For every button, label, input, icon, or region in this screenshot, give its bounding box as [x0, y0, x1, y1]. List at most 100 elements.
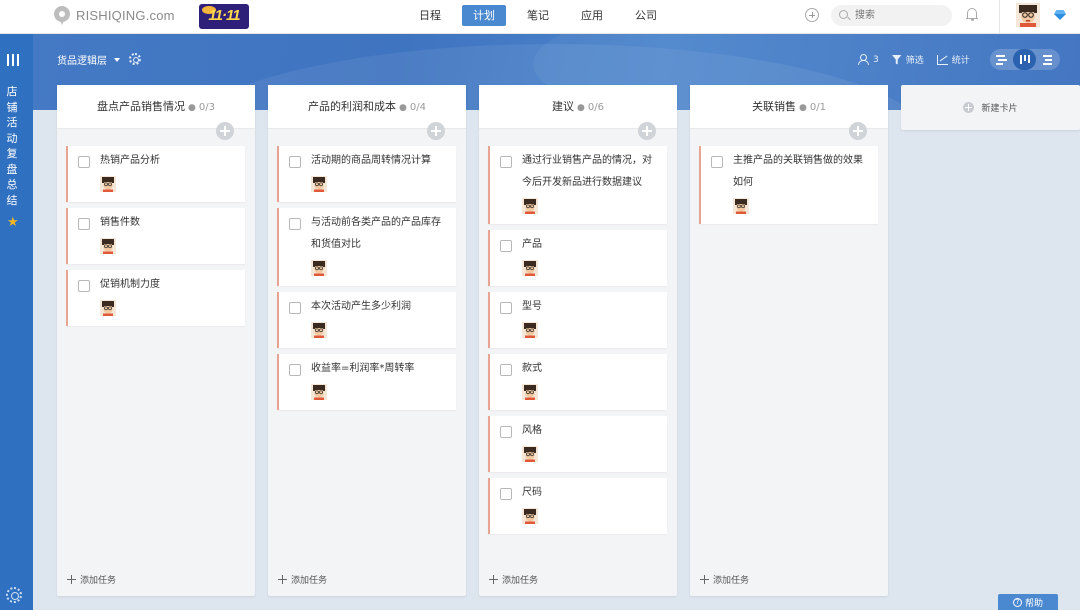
column-count-value: 0/3	[198, 102, 215, 113]
task-card[interactable]: 活动期的商品周转情况计算	[277, 146, 456, 202]
assignee-avatar[interactable]	[311, 176, 327, 192]
task-checkbox[interactable]	[289, 302, 301, 314]
filter-label: 筛选	[905, 56, 924, 66]
task-checkbox[interactable]	[500, 302, 512, 314]
task-card[interactable]: 主推产品的关联销售做的效果如何	[699, 146, 878, 224]
star-icon[interactable]: ★	[7, 216, 19, 230]
task-checkbox[interactable]	[78, 156, 90, 168]
task-card[interactable]: 与活动前各类产品的产品库存和货值对比	[277, 208, 456, 286]
task-card[interactable]: 本次活动产生多少利润	[277, 292, 456, 348]
task-checkbox[interactable]	[500, 240, 512, 252]
gantt-view-icon[interactable]	[990, 49, 1013, 70]
promo-banner[interactable]: 11·11	[199, 4, 249, 29]
task-checkbox[interactable]	[711, 156, 723, 168]
members-button[interactable]: 3	[858, 54, 879, 65]
nav-schedule[interactable]: 日程	[408, 5, 452, 26]
title-char: 复	[6, 147, 18, 160]
assignee-avatar[interactable]	[311, 384, 327, 400]
add-task-button[interactable]: 添加任务	[489, 573, 538, 586]
assignee-avatar[interactable]	[311, 322, 327, 338]
filter-button[interactable]: 筛选	[891, 53, 924, 66]
bell-icon[interactable]	[966, 8, 978, 21]
divider	[999, 0, 1000, 34]
task-card[interactable]: 款式	[488, 354, 667, 410]
assignee-avatar[interactable]	[100, 176, 116, 192]
task-checkbox[interactable]	[500, 156, 512, 168]
task-title: 尺码	[522, 487, 542, 498]
assignee-avatar[interactable]	[100, 238, 116, 254]
task-card[interactable]: 收益率=利润率*周转率	[277, 354, 456, 410]
assignee-avatar[interactable]	[522, 508, 538, 524]
project-title[interactable]: 店 铺 活 动 复 盘 总 结	[6, 84, 18, 208]
task-card[interactable]: 尺码	[488, 478, 667, 534]
user-avatar[interactable]	[1016, 3, 1040, 27]
task-title: 活动期的商品周转情况计算	[311, 155, 431, 166]
search-input[interactable]	[855, 8, 945, 23]
assignee-avatar[interactable]	[311, 260, 327, 276]
task-checkbox[interactable]	[289, 218, 301, 230]
assignee-avatar[interactable]	[522, 198, 538, 214]
task-card[interactable]: 热销产品分析	[66, 146, 245, 202]
plus-icon	[489, 575, 498, 584]
left-rail: 店 铺 活 动 复 盘 总 结 ★	[0, 34, 33, 610]
list-view-icon[interactable]	[1036, 49, 1059, 70]
task-card[interactable]: 产品	[488, 230, 667, 286]
stats-button[interactable]: 统计	[936, 53, 970, 66]
task-checkbox[interactable]	[500, 488, 512, 500]
task-card[interactable]: 促销机制力度	[66, 270, 245, 326]
kanban-view-icon[interactable]	[1013, 49, 1036, 70]
add-task-label: 添加任务	[291, 576, 328, 586]
task-card[interactable]: 型号	[488, 292, 667, 348]
settings-gear-icon[interactable]	[6, 587, 22, 603]
plus-icon	[700, 575, 709, 584]
nav-company[interactable]: 公司	[624, 5, 668, 26]
task-checkbox[interactable]	[78, 218, 90, 230]
new-card-button[interactable]: 新建卡片	[901, 85, 1080, 130]
add-card-icon[interactable]	[216, 122, 234, 140]
plus-icon	[278, 575, 287, 584]
task-card[interactable]: 销售件数	[66, 208, 245, 264]
column-count: ● 0/1	[799, 102, 826, 113]
add-task-button[interactable]: 添加任务	[278, 573, 327, 586]
help-button[interactable]: ? 帮助	[998, 594, 1058, 610]
column-count-value: 0/6	[587, 102, 604, 113]
diamond-icon[interactable]	[1054, 10, 1066, 20]
card-list: 通过行业销售产品的情况，对今后开发新品进行数据建议产品型号款式风格尺码	[488, 146, 667, 540]
add-card-icon[interactable]	[638, 122, 656, 140]
assignee-avatar[interactable]	[522, 446, 538, 462]
search-box[interactable]	[831, 5, 952, 26]
task-card[interactable]: 通过行业销售产品的情况，对今后开发新品进行数据建议	[488, 146, 667, 224]
assignee-avatar[interactable]	[522, 260, 538, 276]
assignee-avatar[interactable]	[522, 384, 538, 400]
add-card-icon[interactable]	[427, 122, 445, 140]
task-checkbox[interactable]	[500, 426, 512, 438]
nav-apps[interactable]: 应用	[570, 5, 614, 26]
task-card[interactable]: 风格	[488, 416, 667, 472]
board-selector[interactable]: 货品逻辑层	[57, 52, 120, 67]
nav-plan[interactable]: 计划	[462, 5, 506, 26]
task-checkbox[interactable]	[500, 364, 512, 376]
task-checkbox[interactable]	[289, 364, 301, 376]
task-checkbox[interactable]	[78, 280, 90, 292]
assignee-avatar[interactable]	[522, 322, 538, 338]
column: 产品的利润和成本 ● 0/4 活动期的商品周转情况计算 与活动前各类产品的产品库存和货值…	[268, 85, 466, 596]
column: 建议 ● 0/6 通过行业销售产品的情况，对今后开发新品进行数据建议 产品 型号 款式 风格尺…	[479, 85, 677, 596]
add-card-icon[interactable]	[849, 122, 867, 140]
card-list: 热销产品分析 销售件数促销机制力度	[66, 146, 245, 332]
add-circle-icon[interactable]	[805, 8, 819, 22]
card-list: 活动期的商品周转情况计算与活动前各类产品的产品库存和货值对比本次活动产生多少利润…	[277, 146, 456, 416]
task-checkbox[interactable]	[289, 156, 301, 168]
add-task-label: 添加任务	[80, 576, 117, 586]
board-settings-icon[interactable]	[129, 53, 141, 65]
assignee-avatar[interactable]	[733, 198, 749, 214]
logo[interactable]: RISHIQING.com	[54, 6, 175, 25]
add-task-button[interactable]: 添加任务	[67, 573, 116, 586]
assignee-avatar[interactable]	[100, 300, 116, 316]
main-nav: 日程 计划 笔记 应用 公司	[408, 5, 678, 26]
promo-text: 11·11	[208, 7, 240, 24]
task-title: 收益率=利润率*周转率	[311, 363, 415, 374]
location-pin-icon	[54, 6, 70, 25]
nav-notes[interactable]: 笔记	[516, 5, 560, 26]
add-task-button[interactable]: 添加任务	[700, 573, 749, 586]
menu-icon[interactable]	[7, 54, 20, 66]
